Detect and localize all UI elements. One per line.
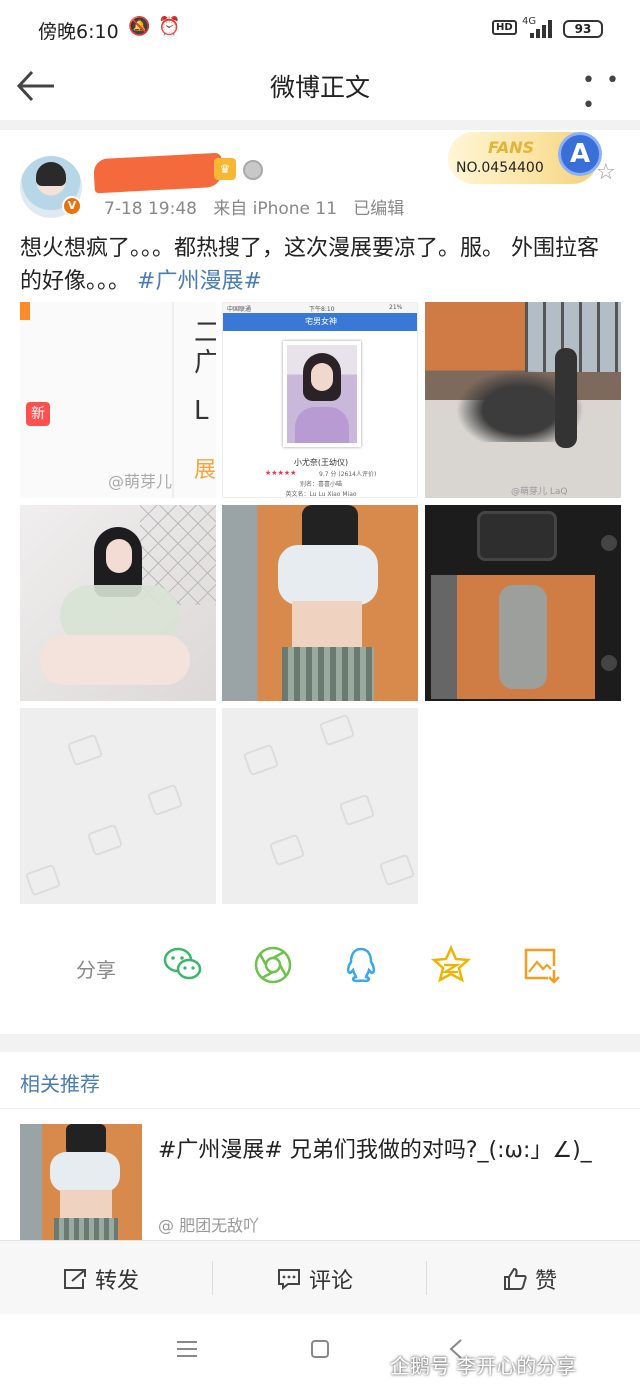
related-title: 相关推荐 — [20, 1072, 100, 1096]
like-label: 赞 — [535, 1269, 558, 1294]
signal-icon — [530, 20, 552, 38]
repost-label: 转发 — [95, 1269, 140, 1294]
divider — [0, 1108, 640, 1109]
post-image-7-placeholder[interactable] — [20, 708, 216, 904]
comment-button[interactable]: 评论 — [276, 1263, 353, 1295]
divider — [212, 1261, 213, 1295]
top-nav: 微博正文 • • • — [0, 58, 640, 120]
alarm-icon: ⏰ — [158, 16, 181, 37]
qq-icon[interactable] — [340, 944, 382, 986]
comment-icon — [278, 1269, 300, 1291]
fans-label: FANS — [488, 138, 535, 157]
save-image-icon[interactable] — [520, 944, 562, 986]
post-source: 来自 iPhone 11 — [213, 199, 338, 219]
status-bar: 傍晚6:10 🔕 ⏰ HD 4G 93 — [0, 0, 640, 58]
related-thumbnail[interactable] — [20, 1124, 142, 1240]
post-image-3[interactable]: @萌芽儿 LaQ — [425, 302, 621, 498]
level-badge-icon — [243, 160, 263, 180]
divider — [426, 1261, 427, 1295]
post-image-5[interactable] — [222, 505, 418, 701]
post-time: 7-18 19:48 — [104, 199, 197, 219]
post-text: 想火想疯了。。。都热搜了，这次漫展要凉了。服。 外围拉客的好像。。。 #广州漫展… — [20, 236, 599, 294]
post-image-4[interactable] — [20, 505, 216, 701]
clock: 傍晚6:10 — [38, 21, 119, 43]
post-image-1[interactable]: 新 二 广 L 展 @萌芽儿 — [20, 302, 216, 498]
edited-label: 已编辑 — [353, 199, 405, 219]
like-button[interactable]: 赞 — [502, 1263, 557, 1295]
back-arrow-icon[interactable] — [14, 64, 58, 108]
wechat-icon[interactable] — [162, 944, 204, 986]
post-meta: 7-18 19:48 来自 iPhone 11 已编辑 — [104, 194, 404, 219]
share-label: 分享 — [76, 958, 116, 982]
hd-indicator: HD — [492, 20, 517, 35]
qzone-icon[interactable] — [430, 944, 472, 986]
member-crown-icon: ♛ — [214, 158, 236, 180]
repost-icon — [64, 1269, 86, 1289]
related-item-author[interactable]: @ 肥团无敌吖 — [158, 1212, 259, 1236]
action-bar: 转发 评论 赞 — [0, 1240, 640, 1314]
thumbs-up-icon — [504, 1267, 527, 1290]
related-item-text[interactable]: #广州漫展# 兄弟们我做的对吗?_(:ω:」∠)_ — [158, 1134, 598, 1168]
favorite-star-icon[interactable]: ☆ — [596, 160, 616, 185]
post-image-2[interactable]: 中国联通 下午8:10 21% 宅男女神 小尤奈(王幼仪) ★★★★★ 9.7 … — [222, 302, 418, 498]
fans-badge[interactable]: FANS NO.0454400 A — [448, 132, 602, 184]
menu-icon[interactable] — [176, 1340, 198, 1358]
home-icon[interactable] — [310, 1339, 330, 1359]
more-options-icon[interactable]: • • • — [582, 68, 640, 118]
repost-button[interactable]: 转发 — [62, 1263, 139, 1295]
divider — [0, 120, 640, 130]
watermark: 企鹅号 李开心的分享 — [390, 1354, 577, 1378]
page-title: 微博正文 — [269, 73, 370, 102]
mute-icon: 🔕 — [128, 16, 151, 37]
hashtag-link[interactable]: #广州漫展# — [137, 269, 262, 294]
username-redacted[interactable] — [93, 152, 223, 194]
fans-number: NO.0454400 — [456, 160, 544, 176]
post-image-6[interactable] — [425, 505, 621, 701]
battery-icon: 93 — [563, 20, 603, 38]
comment-label: 评论 — [309, 1269, 354, 1294]
post-image-8-placeholder[interactable] — [222, 708, 418, 904]
verified-badge-icon: V — [62, 196, 82, 216]
divider — [0, 1034, 640, 1052]
moments-icon[interactable] — [252, 944, 294, 986]
